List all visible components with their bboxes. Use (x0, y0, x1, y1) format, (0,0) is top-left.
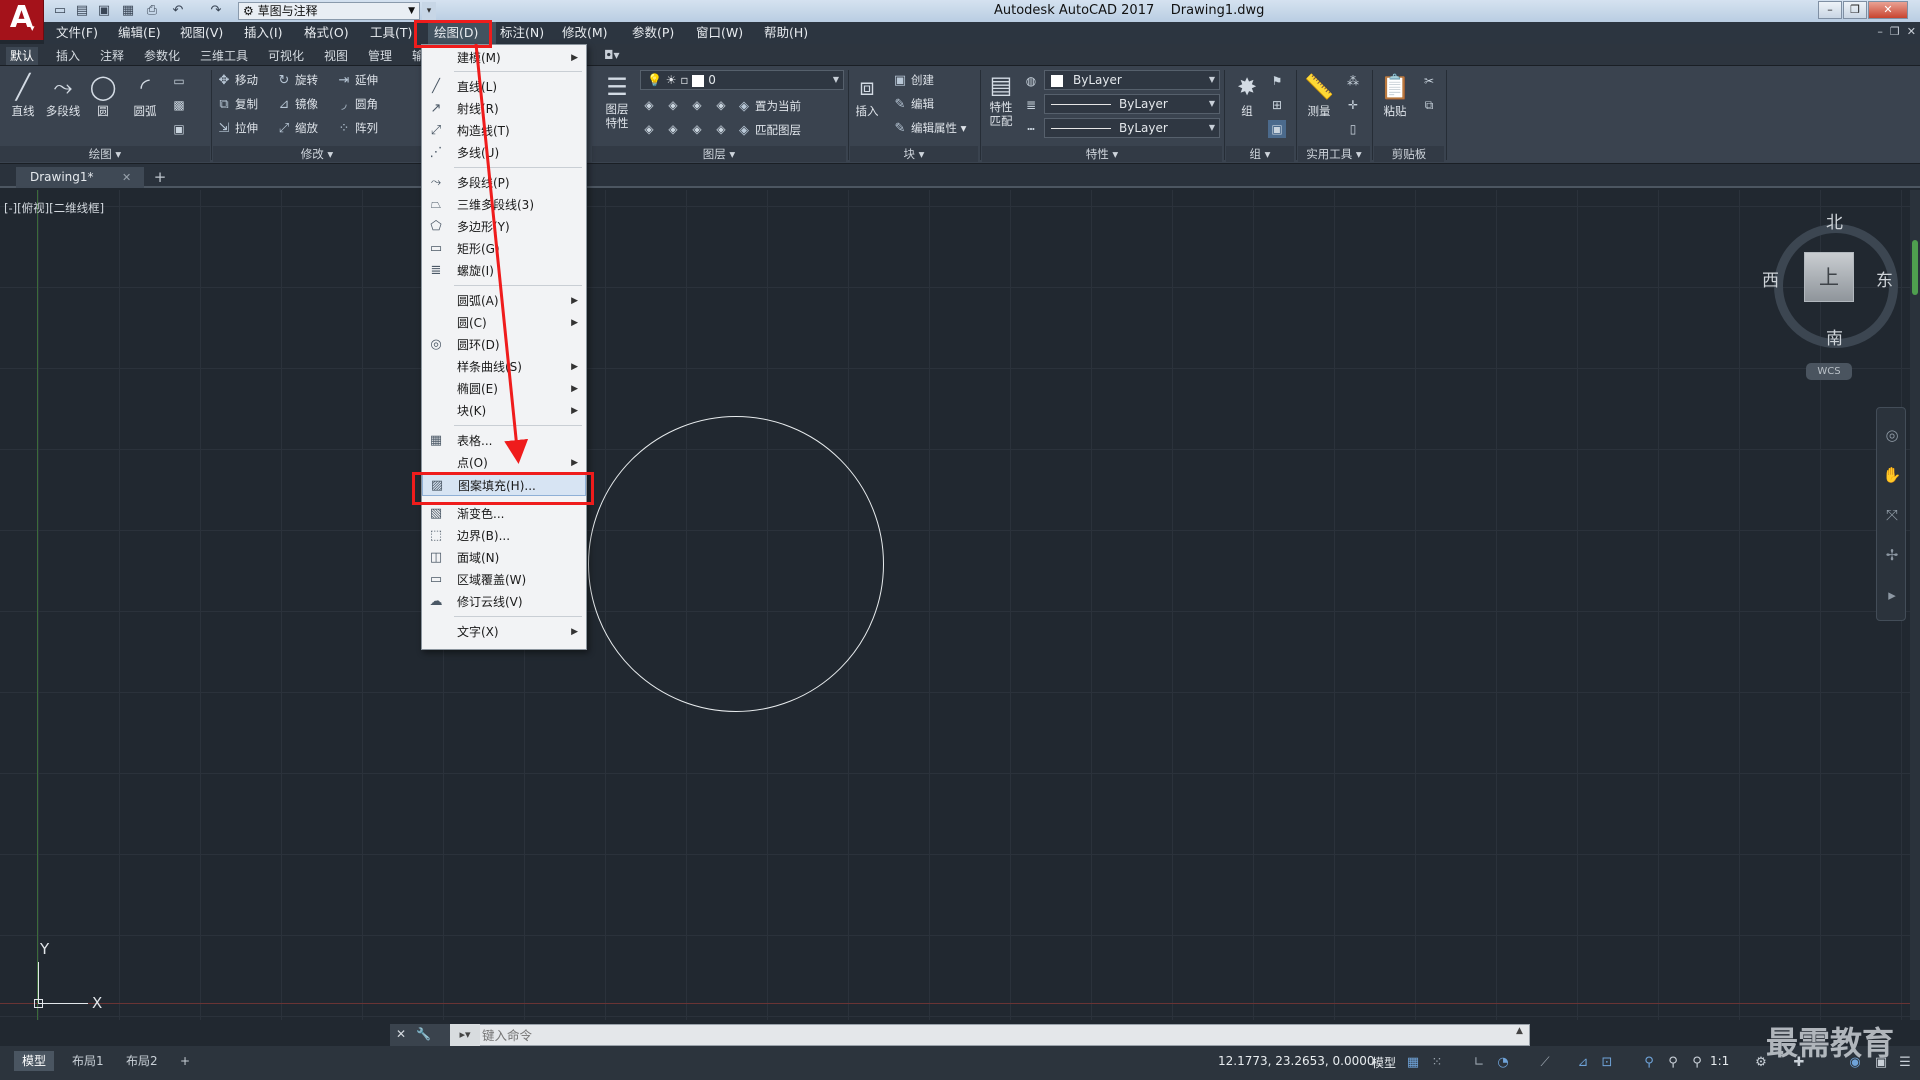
autocad-window: A ▾ ▭ ▤ ▣ ▦ ⎙ ↶ ↷ ⚙ 草图与注释 ▼ ▾ Autodesk Au… (0, 0, 1920, 1080)
arrow-line (474, 43, 529, 464)
annotation-arrow (474, 43, 529, 464)
